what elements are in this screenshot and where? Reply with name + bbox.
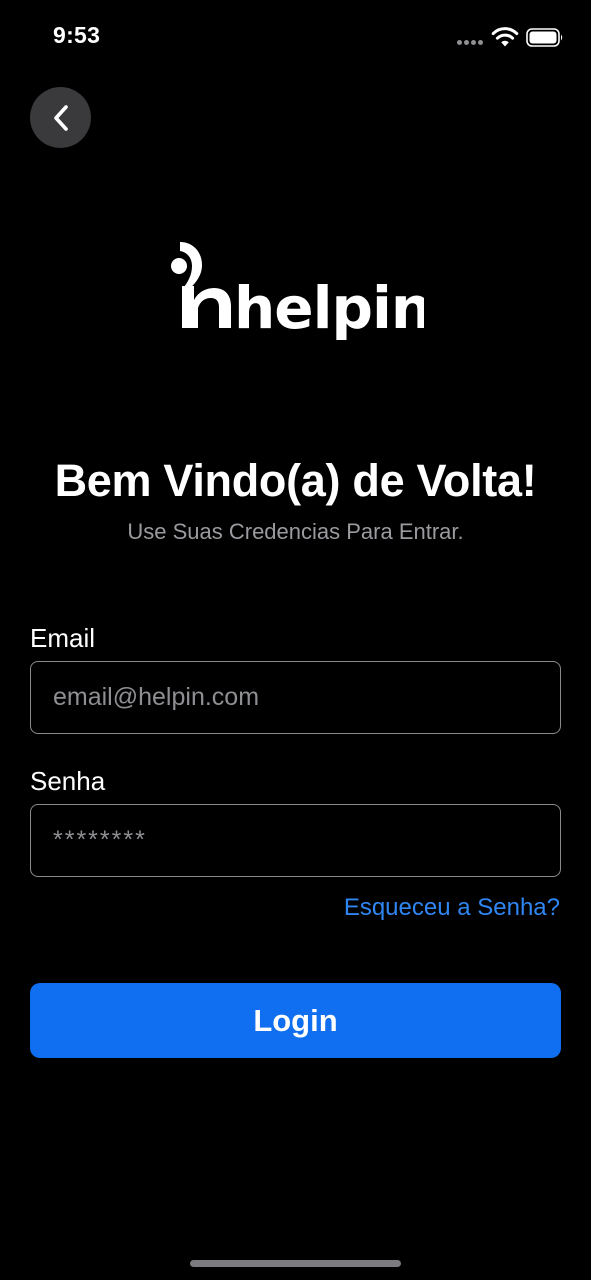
cellular-signal-icon xyxy=(457,40,485,46)
email-label: Email xyxy=(30,623,96,653)
password-label: Senha xyxy=(30,766,106,796)
helpin-wordmark-text: helpin xyxy=(234,274,424,342)
forgot-password-link[interactable]: Esqueceu a Senha? xyxy=(344,892,560,924)
login-button[interactable]: Login xyxy=(30,983,561,1058)
email-field[interactable] xyxy=(30,661,561,734)
battery-full-icon xyxy=(526,28,563,47)
back-button[interactable] xyxy=(30,87,91,148)
home-indicator xyxy=(190,1260,401,1267)
password-field[interactable] xyxy=(30,804,561,877)
welcome-subtitle: Use Suas Credencias Para Entrar. xyxy=(127,519,464,544)
welcome-title: Bem Vindo(a) de Volta! xyxy=(54,455,537,506)
status-time: 9:53 xyxy=(53,22,101,48)
helpin-wordmark: helpin xyxy=(171,242,432,342)
wifi-icon xyxy=(491,27,519,47)
status-bar: 9:53 xyxy=(0,0,591,76)
chevron-left-icon xyxy=(53,104,68,131)
helpin-logo: helpin xyxy=(168,238,432,348)
